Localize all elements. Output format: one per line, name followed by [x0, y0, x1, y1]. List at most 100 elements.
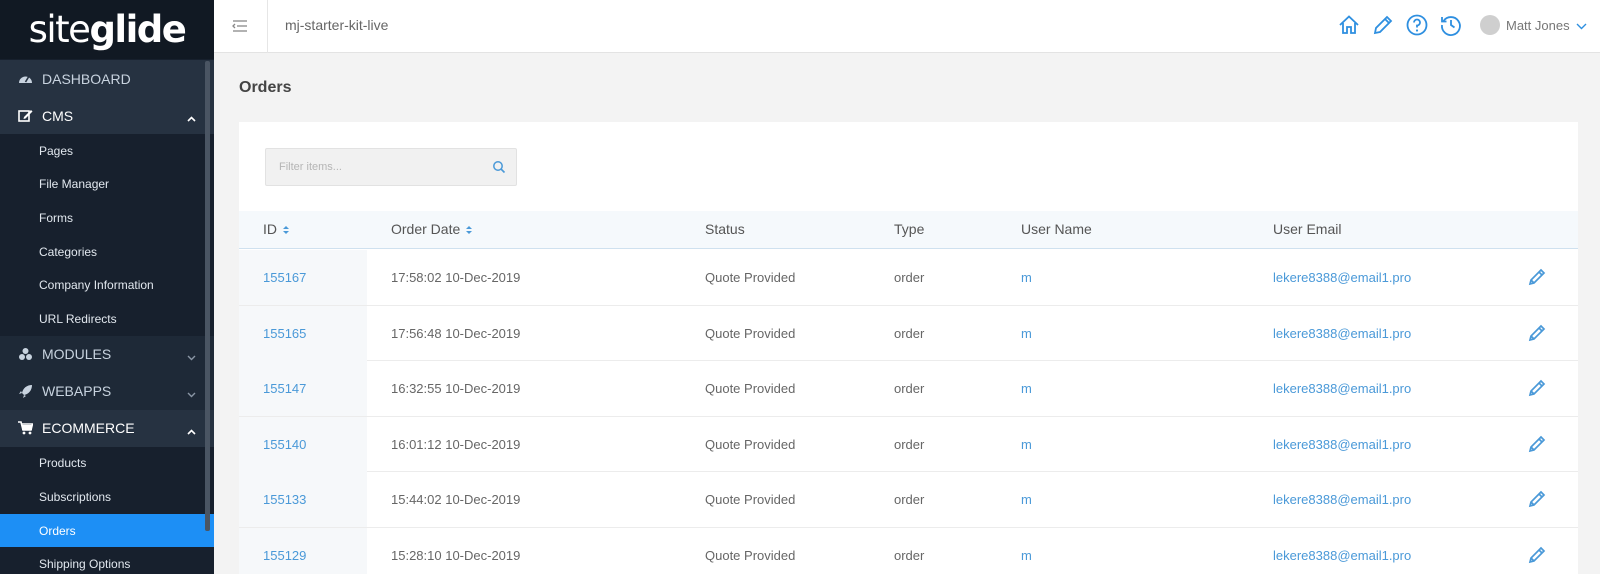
order-date: 16:32:55 10-Dec-2019: [391, 381, 521, 396]
logo[interactable]: siteglide: [0, 0, 214, 59]
order-status: Quote Provided: [705, 492, 796, 507]
help-icon[interactable]: [1405, 13, 1429, 37]
sidebar-item-label: Shipping Options: [39, 557, 131, 572]
dashboard-icon: [18, 71, 33, 86]
user-email-link[interactable]: lekere8388@email1.pro: [1273, 437, 1411, 452]
sidebar-item-label: URL Redirects: [39, 311, 117, 326]
sidebar-item-company-information[interactable]: Company Information: [0, 268, 214, 302]
user-email-link[interactable]: lekere8388@email1.pro: [1273, 548, 1411, 563]
table-header: ID Order Date Status Type User Name User…: [239, 211, 1578, 249]
avatar: [1480, 15, 1500, 35]
nav-cms-label: CMS: [42, 107, 74, 124]
user-email-link[interactable]: lekere8388@email1.pro: [1273, 492, 1411, 507]
column-header-label: User Name: [1021, 221, 1092, 237]
order-type: order: [894, 436, 925, 452]
column-header-user-name: User Name: [1021, 221, 1092, 237]
sort-icon[interactable]: [465, 223, 473, 235]
chevron-down-icon: [187, 385, 196, 401]
home-icon[interactable]: [1337, 13, 1361, 37]
site-name[interactable]: mj-starter-kit-live: [285, 17, 388, 33]
user-name: Matt Jones: [1506, 17, 1570, 33]
sidebar-item-orders[interactable]: Orders: [0, 513, 214, 548]
logo-text: siteglide: [28, 8, 187, 51]
column-header-status: Status: [705, 221, 745, 237]
order-type: order: [894, 547, 925, 563]
sidebar-item-products[interactable]: Products: [0, 447, 214, 481]
topbar-divider: [267, 0, 268, 53]
sidebar-item-label: Company Information: [39, 278, 154, 293]
user-email-link[interactable]: lekere8388@email1.pro: [1273, 381, 1411, 396]
user-email-link[interactable]: lekere8388@email1.pro: [1273, 326, 1411, 341]
sidebar-item-file-manager[interactable]: File Manager: [0, 168, 214, 202]
user-menu[interactable]: Matt Jones: [1480, 15, 1587, 35]
orders-panel: ID Order Date Status Type User Name User…: [239, 122, 1578, 574]
filter-input[interactable]: [266, 149, 476, 185]
sidebar-item-subscriptions[interactable]: Subscriptions: [0, 480, 214, 514]
order-id-link[interactable]: 155140: [263, 437, 306, 452]
sidebar-item-url-redirects[interactable]: URL Redirects: [0, 302, 214, 336]
order-status: Quote Provided: [705, 547, 796, 563]
column-header-order-date[interactable]: Order Date: [391, 221, 473, 237]
column-header-id[interactable]: ID: [263, 221, 290, 237]
user-name-link[interactable]: m: [1021, 437, 1032, 452]
user-name-link[interactable]: m: [1021, 492, 1032, 507]
table-row: 155133 15:44:02 10-Dec-2019 Quote Provided…: [239, 472, 1578, 528]
order-id-link[interactable]: 155147: [263, 381, 306, 396]
sidebar-item-label: Categories: [39, 244, 98, 259]
order-status: Quote Provided: [705, 381, 796, 396]
nav-ecommerce[interactable]: ECOMMERCE: [0, 409, 214, 447]
sort-icon[interactable]: [282, 223, 290, 235]
nav-dashboard[interactable]: DASHBOARD: [0, 60, 214, 97]
topbar: mj-starter-kit-live Matt Jones: [214, 0, 1600, 53]
column-header-type: Type: [894, 221, 924, 237]
edit-pencil-icon[interactable]: [1527, 545, 1547, 565]
nav-webapps-label: WEBAPPS: [42, 383, 112, 400]
history-icon[interactable]: [1439, 13, 1463, 37]
order-id-link[interactable]: 155133: [263, 492, 306, 507]
cubes-icon: [18, 347, 33, 362]
nav-cms[interactable]: CMS: [0, 97, 214, 134]
edit-pencil-icon[interactable]: [1527, 489, 1547, 509]
table-row: 155140 16:01:12 10-Dec-2019 Quote Provided…: [239, 416, 1578, 472]
order-type: order: [894, 325, 925, 341]
search-icon[interactable]: [492, 160, 506, 179]
user-name-link[interactable]: m: [1021, 381, 1032, 396]
user-name-link[interactable]: m: [1021, 548, 1032, 563]
user-name-link[interactable]: m: [1021, 326, 1032, 341]
order-type: order: [894, 381, 925, 396]
edit-pencil-icon[interactable]: [1527, 378, 1547, 398]
order-status: Quote Provided: [705, 436, 796, 452]
edit-pencil-icon[interactable]: [1527, 323, 1547, 343]
table-row: 155167 17:58:02 10-Dec-2019 Quote Provided…: [239, 250, 1578, 306]
column-header-label: Status: [705, 221, 745, 237]
column-header-label: User Email: [1273, 221, 1342, 237]
order-id-link[interactable]: 155129: [263, 548, 306, 563]
menu-toggle-icon[interactable]: [230, 16, 250, 36]
topbar-icons: [1337, 13, 1463, 37]
pencil-icon[interactable]: [1371, 13, 1395, 37]
column-header-label: Order Date: [391, 221, 461, 237]
user-name-link[interactable]: m: [1021, 270, 1032, 285]
sidebar-item-shipping-options[interactable]: Shipping Options: [0, 547, 214, 574]
user-email-link[interactable]: lekere8388@email1.pro: [1273, 270, 1411, 285]
order-type: order: [894, 270, 925, 285]
order-date: 15:28:10 10-Dec-2019: [391, 547, 521, 563]
chevron-down-icon: [1576, 18, 1587, 33]
order-id-link[interactable]: 155167: [263, 270, 306, 285]
order-id-link[interactable]: 155165: [263, 326, 306, 341]
edit-pencil-icon[interactable]: [1527, 267, 1547, 287]
nav-ecommerce-label: ECOMMERCE: [42, 420, 135, 437]
sidebar-item-forms[interactable]: Forms: [0, 201, 214, 235]
nav-webapps[interactable]: WEBAPPS: [0, 372, 214, 410]
sidebar-item-label: File Manager: [39, 177, 110, 192]
order-date: 17:56:48 10-Dec-2019: [391, 325, 521, 341]
column-header-user-email: User Email: [1273, 221, 1341, 237]
edit-pencil-icon[interactable]: [1527, 434, 1547, 454]
order-status: Quote Provided: [705, 325, 796, 341]
rocket-icon: [18, 384, 33, 399]
sidebar-item-categories[interactable]: Categories: [0, 235, 214, 269]
nav-modules[interactable]: MODULES: [0, 335, 214, 373]
sidebar-scrollbar[interactable]: [205, 61, 210, 531]
sidebar-item-pages[interactable]: Pages: [0, 134, 214, 168]
order-date: 15:44:02 10-Dec-2019: [391, 492, 521, 507]
